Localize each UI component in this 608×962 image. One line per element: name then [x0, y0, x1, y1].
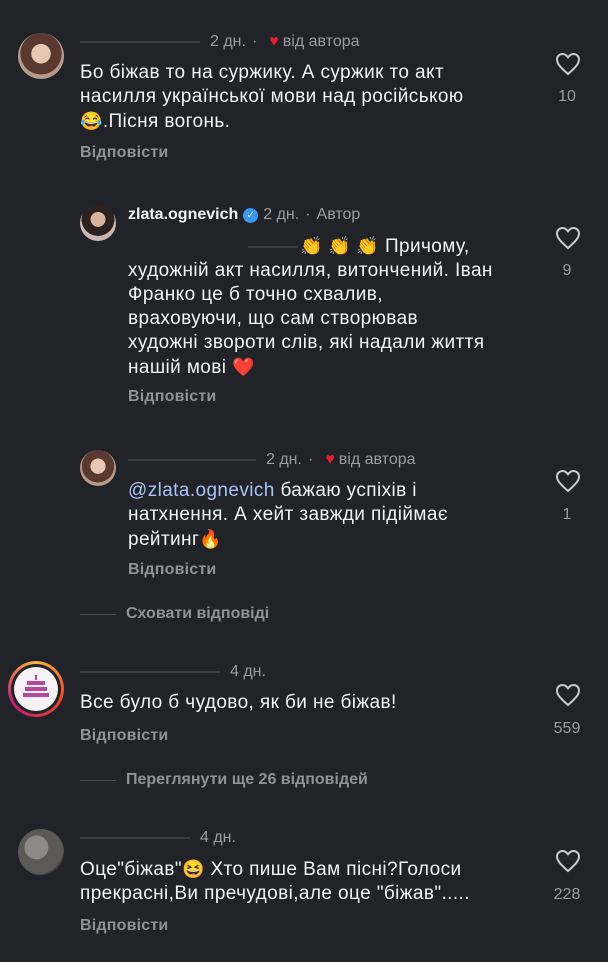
heart-outline-icon[interactable]: [555, 683, 581, 707]
like-count: 1: [562, 506, 572, 523]
separator-dot: ·: [305, 206, 311, 223]
comment-time: 2 дн.: [210, 33, 246, 50]
comment-meta: 4 дн.: [80, 663, 266, 681]
clapping-hands-emoji: 👏 👏 👏: [300, 236, 380, 256]
reply-button[interactable]: Відповісти: [128, 388, 216, 406]
heart-outline-icon[interactable]: [555, 52, 581, 76]
liked-by-author-label: від автора: [282, 33, 360, 50]
avatar-with-story-ring[interactable]: [8, 661, 64, 717]
comment-text-line: @zlata.ognevich бажаю успіхів і: [128, 479, 538, 503]
comment-meta: 2 дн. · ♥ від автора: [128, 451, 416, 469]
comment-text-fragment: рейтинг: [128, 529, 200, 550]
author-avatar[interactable]: [80, 205, 116, 241]
comment-meta: zlata.ognevich ✓ 2 дн. · Автор: [128, 206, 360, 224]
cake-logo-icon: [14, 667, 58, 711]
view-more-replies-button[interactable]: Переглянути ще 26 відповідей: [80, 771, 368, 789]
reply-button[interactable]: Відповісти: [80, 727, 168, 745]
comment-time: 2 дн.: [266, 451, 302, 468]
comment-text: 👏 👏 👏 Причому, художній акт насилля, вит…: [128, 234, 538, 380]
fire-emoji: 🔥: [199, 529, 223, 549]
red-heart-emoji: ❤️: [232, 357, 255, 377]
comment-text: Бо біжав то на суржику. А суржик то акт …: [80, 61, 520, 134]
redacted-username: [80, 837, 190, 839]
comment-text-fragment: бажаю успіхів і: [280, 480, 417, 501]
comment-text-fragment: Причому,: [384, 236, 470, 257]
like-button[interactable]: [553, 469, 583, 493]
redacted-username: [128, 459, 256, 461]
comment-text-line: 👏 👏 👏 Причому,: [128, 234, 538, 259]
comment-text: Все було б чудово, як би не біжав!: [80, 692, 397, 713]
avatar[interactable]: [18, 829, 64, 875]
avatar[interactable]: [18, 33, 64, 79]
like-count: 9: [562, 262, 572, 279]
comment-text-line: Бо біжав то на суржику. А суржик то акт: [80, 62, 445, 83]
verified-badge-icon: ✓: [243, 207, 259, 223]
comment-text-line: 😂.Пісня вогонь.: [80, 109, 520, 134]
author-liked-heart-icon: ♥: [325, 451, 335, 468]
comment-meta: 2 дн. · ♥ від автора: [80, 33, 360, 51]
comment-meta: 4 дн.: [80, 829, 236, 847]
comment-text-line: рейтинг🔥: [128, 527, 538, 552]
comment-time: 4 дн.: [200, 829, 236, 846]
hide-replies-label: Сховати відповіді: [126, 605, 270, 622]
like-button[interactable]: [553, 226, 583, 250]
avatar[interactable]: [80, 450, 116, 486]
comment-text-line: Франко це б точно схвалив,: [128, 284, 383, 305]
comment-text-line: художній акт насилля, витончений. Іван: [128, 260, 493, 281]
author-username[interactable]: zlata.ognevich: [128, 206, 238, 224]
comment-text-line: прекрасні,Ви пречудові,але оце "біжав"..…: [80, 883, 470, 904]
separator-dot: ·: [251, 33, 258, 50]
comment-text: @zlata.ognevich бажаю успіхів і натхненн…: [128, 479, 538, 552]
comment-text-line: Оце"біжав"😆 Хто пише Вам пісні?Голоси: [80, 857, 530, 882]
like-count: 559: [553, 720, 581, 737]
comment-time: 2 дн.: [263, 206, 300, 223]
comment-text-line: натхнення. А хейт завжди підіймає: [128, 504, 448, 525]
hide-replies-button[interactable]: Сховати відповіді: [80, 605, 269, 623]
reply-button[interactable]: Відповісти: [128, 561, 216, 579]
like-count: 10: [558, 88, 576, 105]
thread-divider-line: [80, 613, 116, 615]
comment-text: Оце"біжав"😆 Хто пише Вам пісні?Голоси пр…: [80, 857, 530, 906]
heart-outline-icon[interactable]: [555, 469, 581, 493]
redacted-mention: [248, 246, 298, 248]
comment-text-fragment: .Пісня вогонь.: [102, 111, 231, 132]
comment-text-line: художні звороти слів, які надали життя: [128, 332, 485, 353]
tears-of-joy-emoji: 😂: [80, 111, 103, 131]
comment-text-line: нашій мові ❤️: [128, 355, 538, 380]
separator-dot: ·: [307, 451, 314, 468]
liked-by-author-label: від автора: [338, 451, 416, 468]
redacted-username: [80, 41, 200, 43]
thread-divider-line: [80, 779, 116, 781]
author-liked-heart-icon: ♥: [269, 33, 279, 50]
comment-text-fragment: нашій мові: [128, 357, 227, 378]
like-count: 228: [553, 886, 581, 903]
like-button[interactable]: [553, 849, 583, 873]
heart-outline-icon[interactable]: [555, 226, 581, 250]
mention-link[interactable]: @zlata.ognevich: [128, 480, 275, 501]
view-more-replies-label: Переглянути ще 26 відповідей: [126, 771, 368, 788]
heart-outline-icon[interactable]: [555, 849, 581, 873]
comment-time: 4 дн.: [230, 663, 266, 680]
redacted-username: [80, 671, 220, 673]
avatar-inner: [11, 664, 61, 714]
comment-text-line: насилля української мови над російською: [80, 86, 464, 107]
comment-text-fragment: Хто пише Вам пісні?Голоси: [210, 859, 462, 880]
reply-button[interactable]: Відповісти: [80, 917, 168, 935]
like-button[interactable]: [553, 683, 583, 707]
comment-text-fragment: Оце"біжав": [80, 859, 182, 880]
grinning-squinting-emoji: 😆: [181, 859, 205, 879]
reply-button[interactable]: Відповісти: [80, 144, 168, 162]
comment-text-line: враховуючи, що сам створював: [128, 308, 419, 329]
author-label: Автор: [316, 206, 361, 223]
like-button[interactable]: [553, 52, 583, 76]
